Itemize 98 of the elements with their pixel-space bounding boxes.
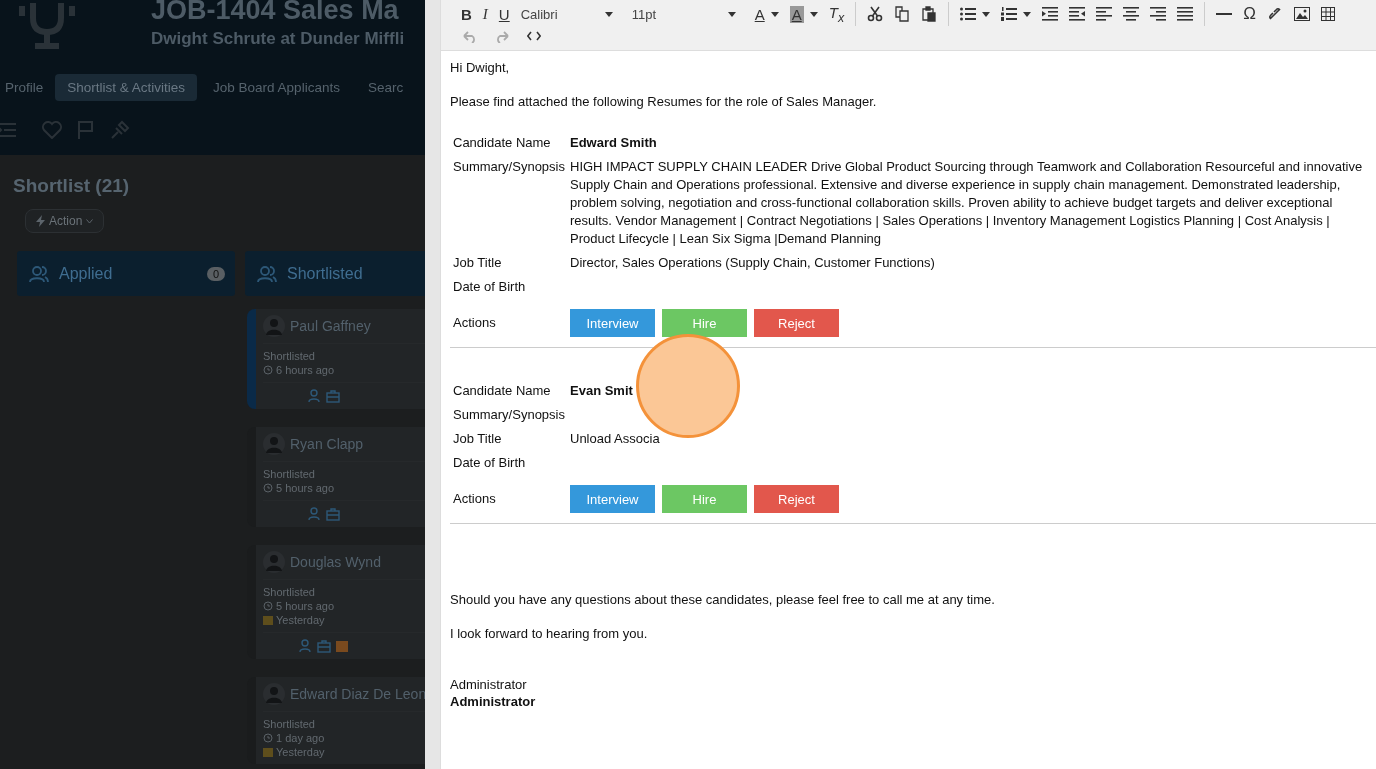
- column-title: Applied: [59, 264, 114, 283]
- caret-icon: [604, 11, 613, 17]
- caret-icon: [727, 11, 736, 17]
- field-label: Job Title: [453, 254, 503, 272]
- field-label: Date of Birth: [453, 278, 527, 296]
- action-button[interactable]: Interview: [570, 309, 655, 337]
- action-button[interactable]: Reject: [754, 485, 839, 513]
- caret-icon[interactable]: [982, 11, 991, 17]
- caret-icon[interactable]: [809, 11, 818, 17]
- nav-tab[interactable]: Job Board Applicants: [201, 73, 352, 101]
- source-code-icon[interactable]: [527, 31, 541, 41]
- closing-text: Should you have any questions about these candidates, please feel free to call me at any time.: [450, 591, 996, 608]
- bullet-list-icon[interactable]: [960, 7, 977, 21]
- candidate-name: Evan Smit: [570, 382, 634, 400]
- field-label: Candidate Name: [453, 134, 552, 152]
- field-label: Job Title: [453, 430, 503, 448]
- align-right-icon[interactable]: [1150, 7, 1167, 21]
- paste-icon[interactable]: [921, 6, 938, 22]
- avatar-icon: [263, 433, 285, 455]
- avatar-icon: [263, 683, 285, 705]
- clock-icon: [263, 733, 273, 743]
- signature-line: Administrator: [450, 676, 528, 693]
- avatar-icon: [263, 551, 285, 573]
- status-text: Shortlisted: [263, 468, 315, 480]
- action-button[interactable]: Reject: [754, 309, 839, 337]
- greeting-text: Hi Dwight,: [450, 59, 511, 76]
- bold-button[interactable]: B: [461, 5, 472, 23]
- special-character-button[interactable]: Ω: [1243, 4, 1256, 24]
- due-text: Yesterday: [276, 746, 325, 758]
- justify-icon[interactable]: [1177, 7, 1194, 21]
- clear-format-button[interactable]: T$_{x}$: [828, 3, 845, 25]
- text-color-button[interactable]: A: [754, 5, 765, 23]
- action-button[interactable]: Interview: [570, 485, 655, 513]
- bolt-icon: [36, 215, 45, 227]
- shortlist-heading: Shortlist (21): [13, 175, 131, 197]
- time-text: 1 day ago: [276, 732, 325, 744]
- candidate-name: Edward Diaz De Leon: [290, 686, 425, 702]
- column-title: Shortlisted: [287, 264, 364, 283]
- people-icon: [29, 264, 49, 283]
- clock-icon: [263, 365, 273, 375]
- align-center-icon[interactable]: [1123, 7, 1140, 21]
- calendar-icon: [263, 747, 273, 757]
- nav-tab[interactable]: Profile: [0, 73, 52, 101]
- caret-icon: [86, 218, 94, 224]
- closing-text: I look forward to hearing from you.: [450, 625, 649, 642]
- indent-icon[interactable]: [1042, 7, 1059, 21]
- time-text: 5 hours ago: [276, 600, 335, 612]
- link-icon[interactable]: [1266, 6, 1283, 22]
- people-icon: [257, 264, 277, 283]
- time-text: 5 hours ago: [276, 482, 335, 494]
- job-subtitle: Dwight Schrute at Dunder Miffli: [151, 28, 405, 50]
- highlight-button[interactable]: A: [789, 5, 804, 23]
- avatar-icon: [263, 315, 285, 337]
- image-icon[interactable]: [1293, 7, 1310, 21]
- field-value: Director, Sales Operations (Supply Chain, Customer Functions): [570, 255, 935, 270]
- candidate-name: Edward Smith: [570, 134, 658, 152]
- status-text: Shortlisted: [263, 718, 315, 730]
- table-icon[interactable]: [1320, 7, 1335, 21]
- field-value: Unload Associa: [570, 431, 660, 446]
- due-text: Yesterday: [276, 614, 325, 626]
- job-title: JOB-1404 Sales Ma: [151, 0, 400, 27]
- clock-icon: [263, 601, 273, 611]
- candidate-name: Paul Gaffney: [290, 318, 371, 334]
- status-text: Shortlisted: [263, 586, 315, 598]
- nav-tab[interactable]: Searc: [355, 73, 416, 101]
- caret-icon[interactable]: [770, 11, 779, 17]
- field-label: Summary/Synopsis: [453, 406, 566, 424]
- signature-name: Administrator: [450, 693, 537, 710]
- candidate-name: Ryan Clapp: [290, 436, 364, 452]
- outdent-icon[interactable]: [1069, 7, 1086, 21]
- field-value: HIGH IMPACT SUPPLY CHAIN LEADER Drive Global Product Sourcing through Teamwork and Collaboration Resourceful and innovative Supply Chain and Operations professional. Extensive and diverse experience in supply chain management. Demonstrated leadership, problem solving, negotiation and cross-functional collaboration skills. Proven ability to achieve budget targets and deliver exceptional results. Vendor Management | Contract Negotiations | Sales Operations | Inventory Management Logistics Planning | Cost Analysis | Product Lifecycle | Lean Six Sigma |Demand Planning: [570, 159, 1363, 246]
- candidate-name: Douglas Wynd: [290, 554, 381, 570]
- caret-icon[interactable]: [1023, 11, 1032, 17]
- italic-button[interactable]: I: [482, 5, 488, 23]
- underline-button[interactable]: U: [498, 5, 510, 23]
- nav-tab[interactable]: Shortlist & Activities: [55, 73, 198, 101]
- field-label: Candidate Name: [453, 382, 552, 400]
- trophy-icon: [19, 0, 75, 50]
- field-label: Actions: [453, 314, 497, 332]
- scissors-icon[interactable]: [867, 6, 884, 22]
- field-label: Summary/Synopsis: [453, 158, 566, 176]
- align-left-icon[interactable]: [1096, 7, 1113, 21]
- copy-icon[interactable]: [894, 6, 911, 22]
- count-badge: 0: [206, 266, 225, 281]
- field-label: Actions: [453, 490, 497, 508]
- time-text: 6 hours ago: [276, 364, 335, 376]
- horizontal-rule-icon[interactable]: [1216, 12, 1233, 16]
- font-dropdown[interactable]: Calibri: [520, 6, 613, 22]
- calendar-icon: [263, 615, 273, 625]
- size-dropdown[interactable]: 11pt: [631, 6, 736, 22]
- numbered-list-icon[interactable]: [1001, 7, 1018, 21]
- status-text: Shortlisted: [263, 350, 315, 362]
- action-button[interactable]: Action: [25, 209, 105, 233]
- field-label: Date of Birth: [453, 454, 527, 472]
- clock-icon: [263, 483, 273, 493]
- intro-text: Please find attached the following Resumes for the role of Sales Manager.: [450, 93, 878, 110]
- action-button[interactable]: Hire: [662, 485, 747, 513]
- action-button[interactable]: Hire: [662, 309, 747, 337]
